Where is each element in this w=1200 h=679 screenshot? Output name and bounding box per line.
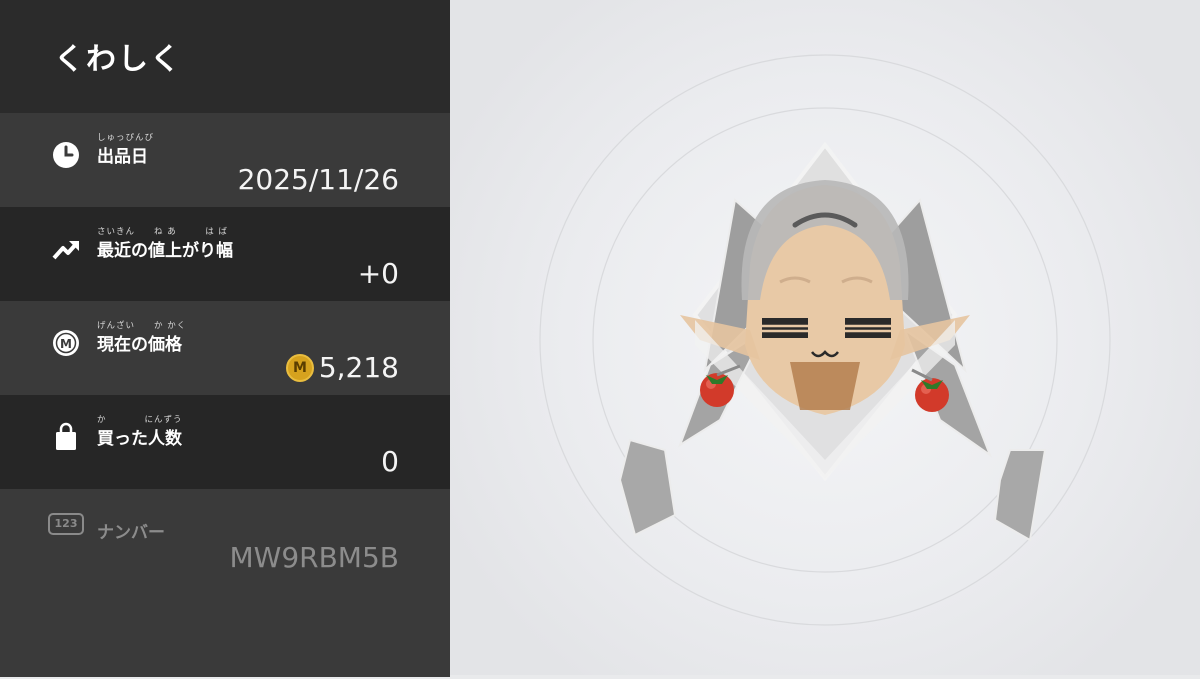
eye-left xyxy=(762,318,808,338)
clock-icon xyxy=(53,142,79,168)
buyers-label: か にんずう 買った人数 xyxy=(97,413,183,449)
release-date-label: しゅっぴんび 出品日 xyxy=(97,131,154,167)
panel-title: くわしく xyxy=(54,42,182,77)
panel-header: くわしく xyxy=(0,0,450,113)
buyers-value: 0 xyxy=(381,445,399,478)
release-date-row: しゅっぴんび 出品日 2025/11/26 xyxy=(0,113,450,207)
buyers-row: か にんずう 買った人数 0 xyxy=(0,395,450,489)
coin-icon: M xyxy=(286,354,314,382)
hair-shard-right-lower xyxy=(993,449,1047,542)
number-value: MW9RBM5B xyxy=(229,541,399,574)
current-price-value: 5,218 xyxy=(318,351,399,384)
release-date-ruby: しゅっぴんび xyxy=(97,133,155,143)
number-label: ナンバー xyxy=(97,523,165,543)
recent-increase-label-text: 最近の値上がり幅 xyxy=(97,241,233,261)
current-price-label: げんざい か かく 現在の価格 xyxy=(97,319,186,355)
number-123-icon: 123 xyxy=(48,513,84,535)
buyers-ruby: か にんずう xyxy=(97,415,183,425)
recent-increase-value: +0 xyxy=(357,257,399,290)
svg-text:M: M xyxy=(60,337,72,351)
buyers-label-text: 買った人数 xyxy=(97,429,182,449)
hair-shard-left-lower xyxy=(618,438,677,537)
recent-increase-label: さいきん ね あ は ば 最近の値上がり幅 xyxy=(97,225,233,261)
trending-up-icon xyxy=(52,241,79,260)
beard xyxy=(790,362,860,410)
details-panel: くわしく しゅっぴんび 出品日 2025/11/26 さいきん ね あ は ば … xyxy=(0,0,450,677)
item-preview-art xyxy=(539,54,1111,626)
recent-increase-ruby: さいきん ね あ は ば xyxy=(97,227,228,237)
release-date-label-text: 出品日 xyxy=(97,147,148,167)
shopping-bag-icon xyxy=(56,422,76,450)
recent-increase-row: さいきん ね あ は ば 最近の値上がり幅 +0 xyxy=(0,207,450,301)
eye-right xyxy=(845,318,891,338)
current-price-label-text: 現在の価格 xyxy=(97,335,182,355)
current-price-ruby: げんざい か かく xyxy=(97,321,187,331)
current-price-row: M げんざい か かく 現在の価格 M 5,218 xyxy=(0,301,450,395)
number-row: 123 ナンバー MW9RBM5B xyxy=(0,489,450,677)
item-preview-stage[interactable] xyxy=(450,0,1200,675)
release-date-value: 2025/11/26 xyxy=(237,163,399,196)
coin-m-icon: M xyxy=(53,330,79,356)
